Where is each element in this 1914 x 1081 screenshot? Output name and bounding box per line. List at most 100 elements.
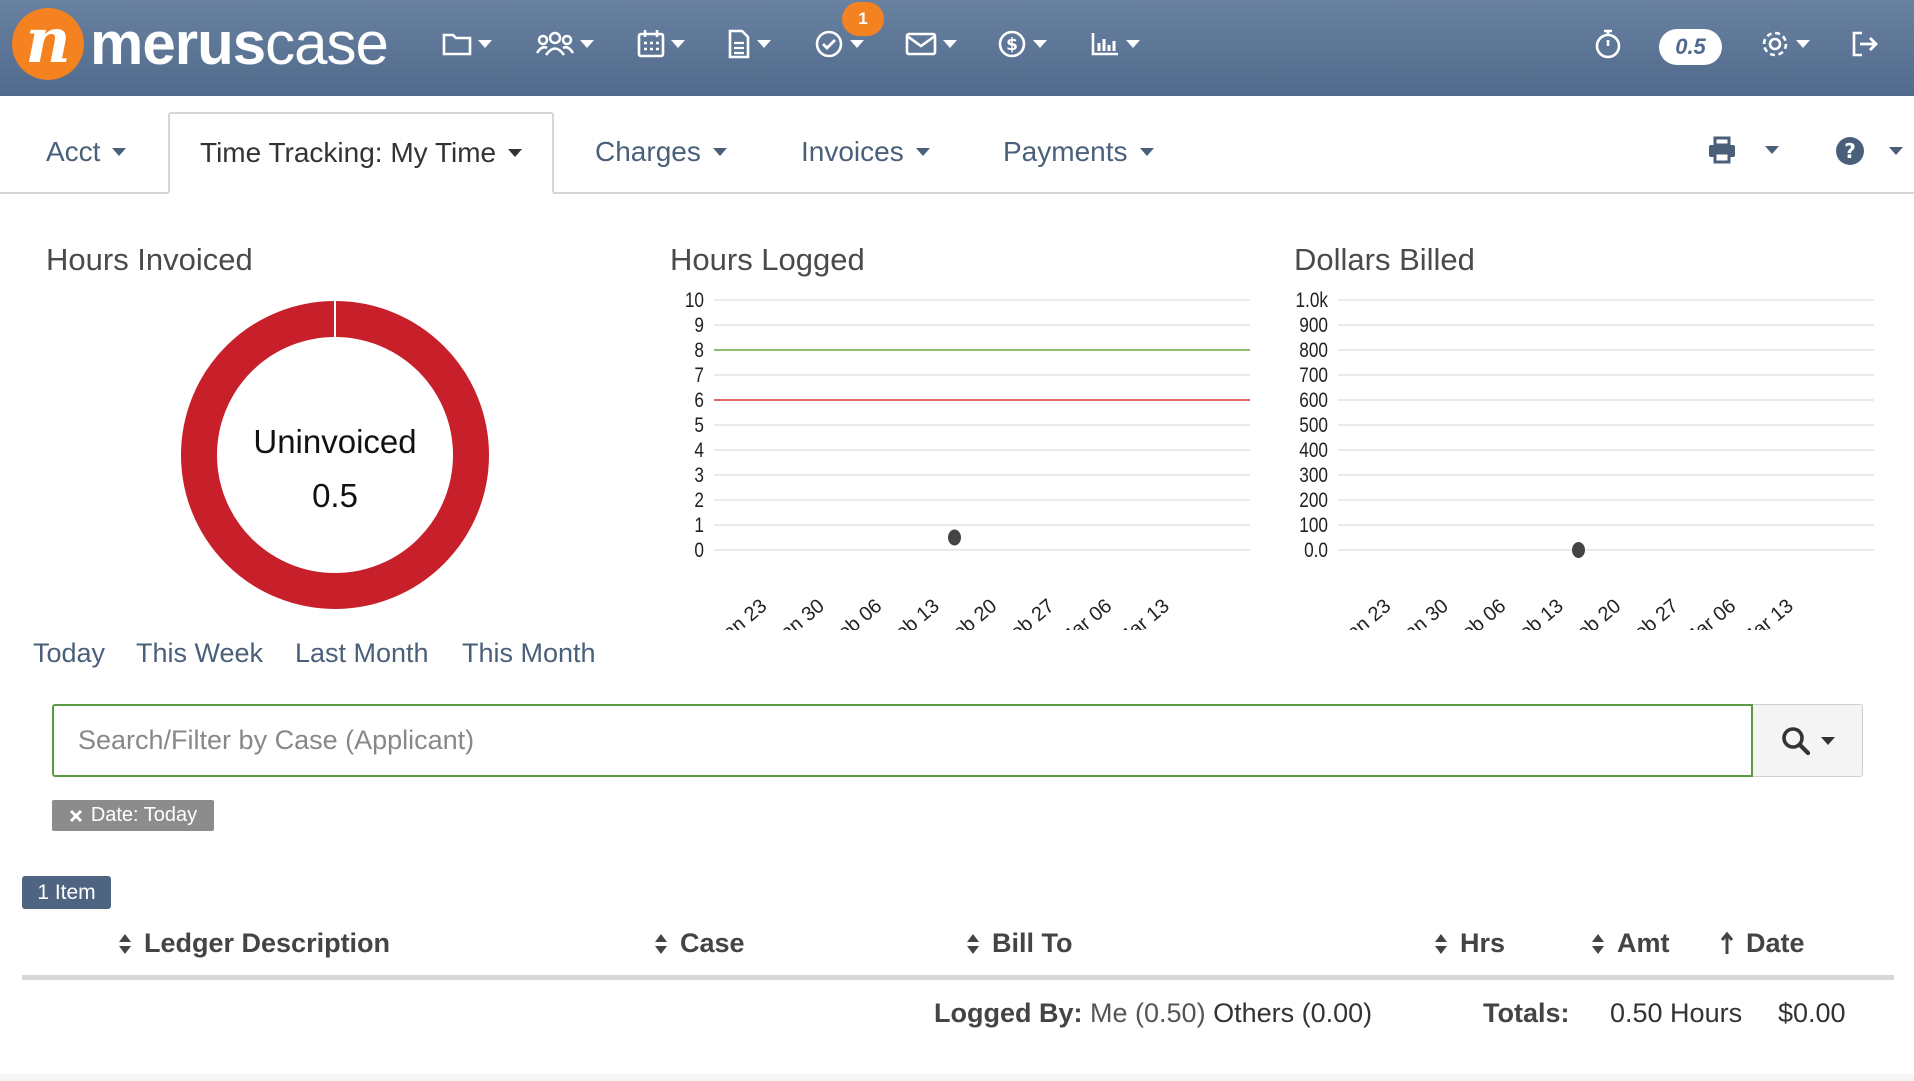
tab-label: Time Tracking: My Time [200,137,497,168]
close-icon[interactable] [69,809,83,823]
totals-label: Totals: [1483,998,1570,1029]
svg-text:?: ? [1844,139,1856,163]
contacts-menu-button[interactable] [536,24,594,64]
search-icon [1781,726,1810,755]
x-tick-label: Feb 06 [1448,595,1510,630]
y-tick-label: 300 [1299,465,1328,488]
stopwatch-icon [1595,29,1621,59]
logout-button[interactable] [1850,24,1880,64]
meruscase-logo[interactable]: n [12,8,84,80]
timer-value-pill[interactable]: 0.5 [1659,29,1722,65]
column-ledger-description[interactable]: Ledger Description [118,928,390,959]
folder-icon [442,33,472,56]
tab-label: Acct [46,136,101,167]
column-case[interactable]: Case [654,928,745,959]
logged-by-me[interactable]: Me (0.50) [1090,998,1206,1028]
x-tick-label: Mar 06 [1678,595,1740,630]
x-tick-label: Mar 06 [1054,595,1116,630]
timer-button[interactable] [1594,24,1622,64]
hours-logged-title: Hours Logged [670,242,865,277]
gear-icon [1762,31,1788,57]
x-tick-label: Mar 13 [1736,595,1798,630]
reports-menu-button[interactable] [1090,24,1140,64]
tab-label: Charges [595,136,701,167]
chevron-down-icon [580,40,594,48]
mail-menu-button[interactable] [905,24,957,64]
tab-time-tracking[interactable]: Time Tracking: My Time [168,112,555,194]
column-label: Amt [1617,928,1670,958]
y-tick-label: 7 [694,365,704,388]
column-label: Date [1746,928,1805,958]
x-tick-label: Jan 30 [769,595,829,630]
tab-bar: Acct Time Tracking: My Time Charges Invo… [0,96,1914,194]
range-last-month-link[interactable]: Last Month [295,638,429,669]
sort-icon [967,933,979,954]
filter-chip-label: Date: Today [90,804,198,826]
logo-letter: n [25,4,71,77]
data-point [1572,542,1585,558]
donut-center-value: 0.5 [312,477,358,514]
y-tick-label: 100 [1299,515,1328,538]
totals-label-text: Totals: [1483,998,1570,1028]
y-tick-label: 5 [694,415,704,438]
search-button[interactable] [1753,704,1863,777]
dollars-billed-title: Dollars Billed [1294,242,1475,277]
chevron-down-icon [1033,40,1047,48]
tab-label: Invoices [801,136,904,167]
sort-icon [119,933,131,954]
chevron-down-icon [1796,40,1810,48]
sort-icon [1435,933,1447,954]
print-menu-button[interactable] [1707,136,1779,164]
data-point [948,529,961,546]
logged-by-others[interactable]: Others (0.00) [1213,998,1372,1028]
tab-payments[interactable]: Payments [1003,136,1154,168]
y-tick-label: 800 [1299,340,1328,363]
cases-menu-button[interactable] [442,24,492,64]
settings-menu-button[interactable] [1760,24,1810,64]
tasks-check-icon [815,30,843,58]
chevron-down-icon [1126,40,1140,48]
mail-icon [905,32,937,56]
range-this-week-link[interactable]: This Week [136,638,263,669]
print-icon [1709,136,1735,164]
logged-by-label: Logged By: [934,998,1083,1028]
x-tick-label: Jan 23 [711,595,771,630]
task-count-badge[interactable]: 1 [842,2,884,36]
x-tick-label: Feb 27 [1621,595,1683,630]
date-filter-chip[interactable]: Date: Today [52,800,214,831]
sort-ascending-icon [1720,931,1734,954]
documents-menu-button[interactable] [727,24,771,64]
calendar-menu-button[interactable] [637,24,685,64]
tab-invoices[interactable]: Invoices [801,136,930,168]
help-menu-button[interactable]: ? [1835,136,1903,166]
column-amt[interactable]: Amt [1591,928,1670,959]
chevron-down-icon [478,40,492,48]
y-tick-label: 900 [1299,315,1328,338]
range-today-link[interactable]: Today [33,638,105,669]
dollar-icon: $ [998,30,1026,58]
donut-center-label: Uninvoiced [253,423,416,460]
y-tick-label: 4 [694,440,704,463]
y-tick-label: 3 [694,465,704,488]
calendar-icon [637,30,665,58]
logout-icon [1852,31,1878,57]
column-label: Case [680,928,745,958]
tab-acct[interactable]: Acct [46,136,127,168]
tab-charges[interactable]: Charges [595,136,727,168]
sort-icon [1592,933,1604,954]
chevron-down-icon [1889,147,1903,155]
x-tick-label: Mar 13 [1112,595,1174,630]
case-search-input[interactable] [52,704,1753,777]
brand-wordmark: meruscase [90,8,389,80]
billing-menu-button[interactable]: $ [997,24,1047,64]
total-hours: 0.50 Hours [1610,998,1743,1028]
column-date[interactable]: Date [1720,928,1805,959]
users-icon [536,31,574,56]
column-hrs[interactable]: Hrs [1434,928,1505,959]
document-icon [728,29,750,59]
logged-by-summary: Logged By: Me (0.50) Others (0.00) [934,998,1372,1029]
range-this-month-link[interactable]: This Month [462,638,596,669]
y-tick-label: 1 [694,515,704,538]
column-label: Hrs [1460,928,1506,958]
column-bill-to[interactable]: Bill To [966,928,1073,959]
